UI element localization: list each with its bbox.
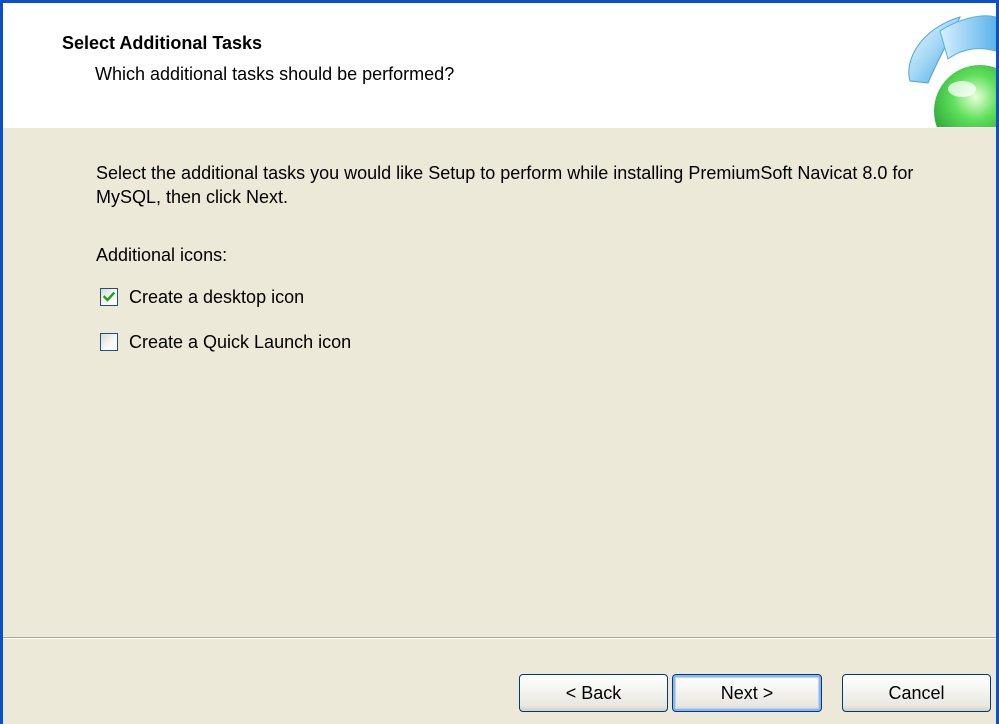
checkmark-icon [102,291,116,302]
quick-launch-icon-checkbox[interactable] [100,333,118,351]
desktop-icon-label: Create a desktop icon [129,286,305,307]
back-button[interactable]: < Back [519,674,668,712]
desktop-icon-option[interactable]: Create a desktop icon [100,286,304,308]
next-button[interactable]: Next > [672,674,822,712]
intro-text: Select the additional tasks you would li… [96,163,914,207]
header-divider [3,127,996,128]
footer-divider-highlight [3,638,996,639]
additional-icons-label: Additional icons: [96,245,228,265]
desktop-icon-checkbox[interactable] [100,288,118,306]
cancel-button[interactable]: Cancel [842,674,991,712]
page-subtitle: Which additional tasks should be perform… [95,64,455,84]
setup-wizard-window: Select Additional Tasks Which additional… [0,0,999,724]
wizard-header: Select Additional Tasks Which additional… [3,3,996,128]
quick-launch-icon-label: Create a Quick Launch icon [129,331,352,352]
quick-launch-icon-option[interactable]: Create a Quick Launch icon [100,331,351,353]
navicat-logo-icon [908,15,996,127]
page-title: Select Additional Tasks [62,33,263,53]
